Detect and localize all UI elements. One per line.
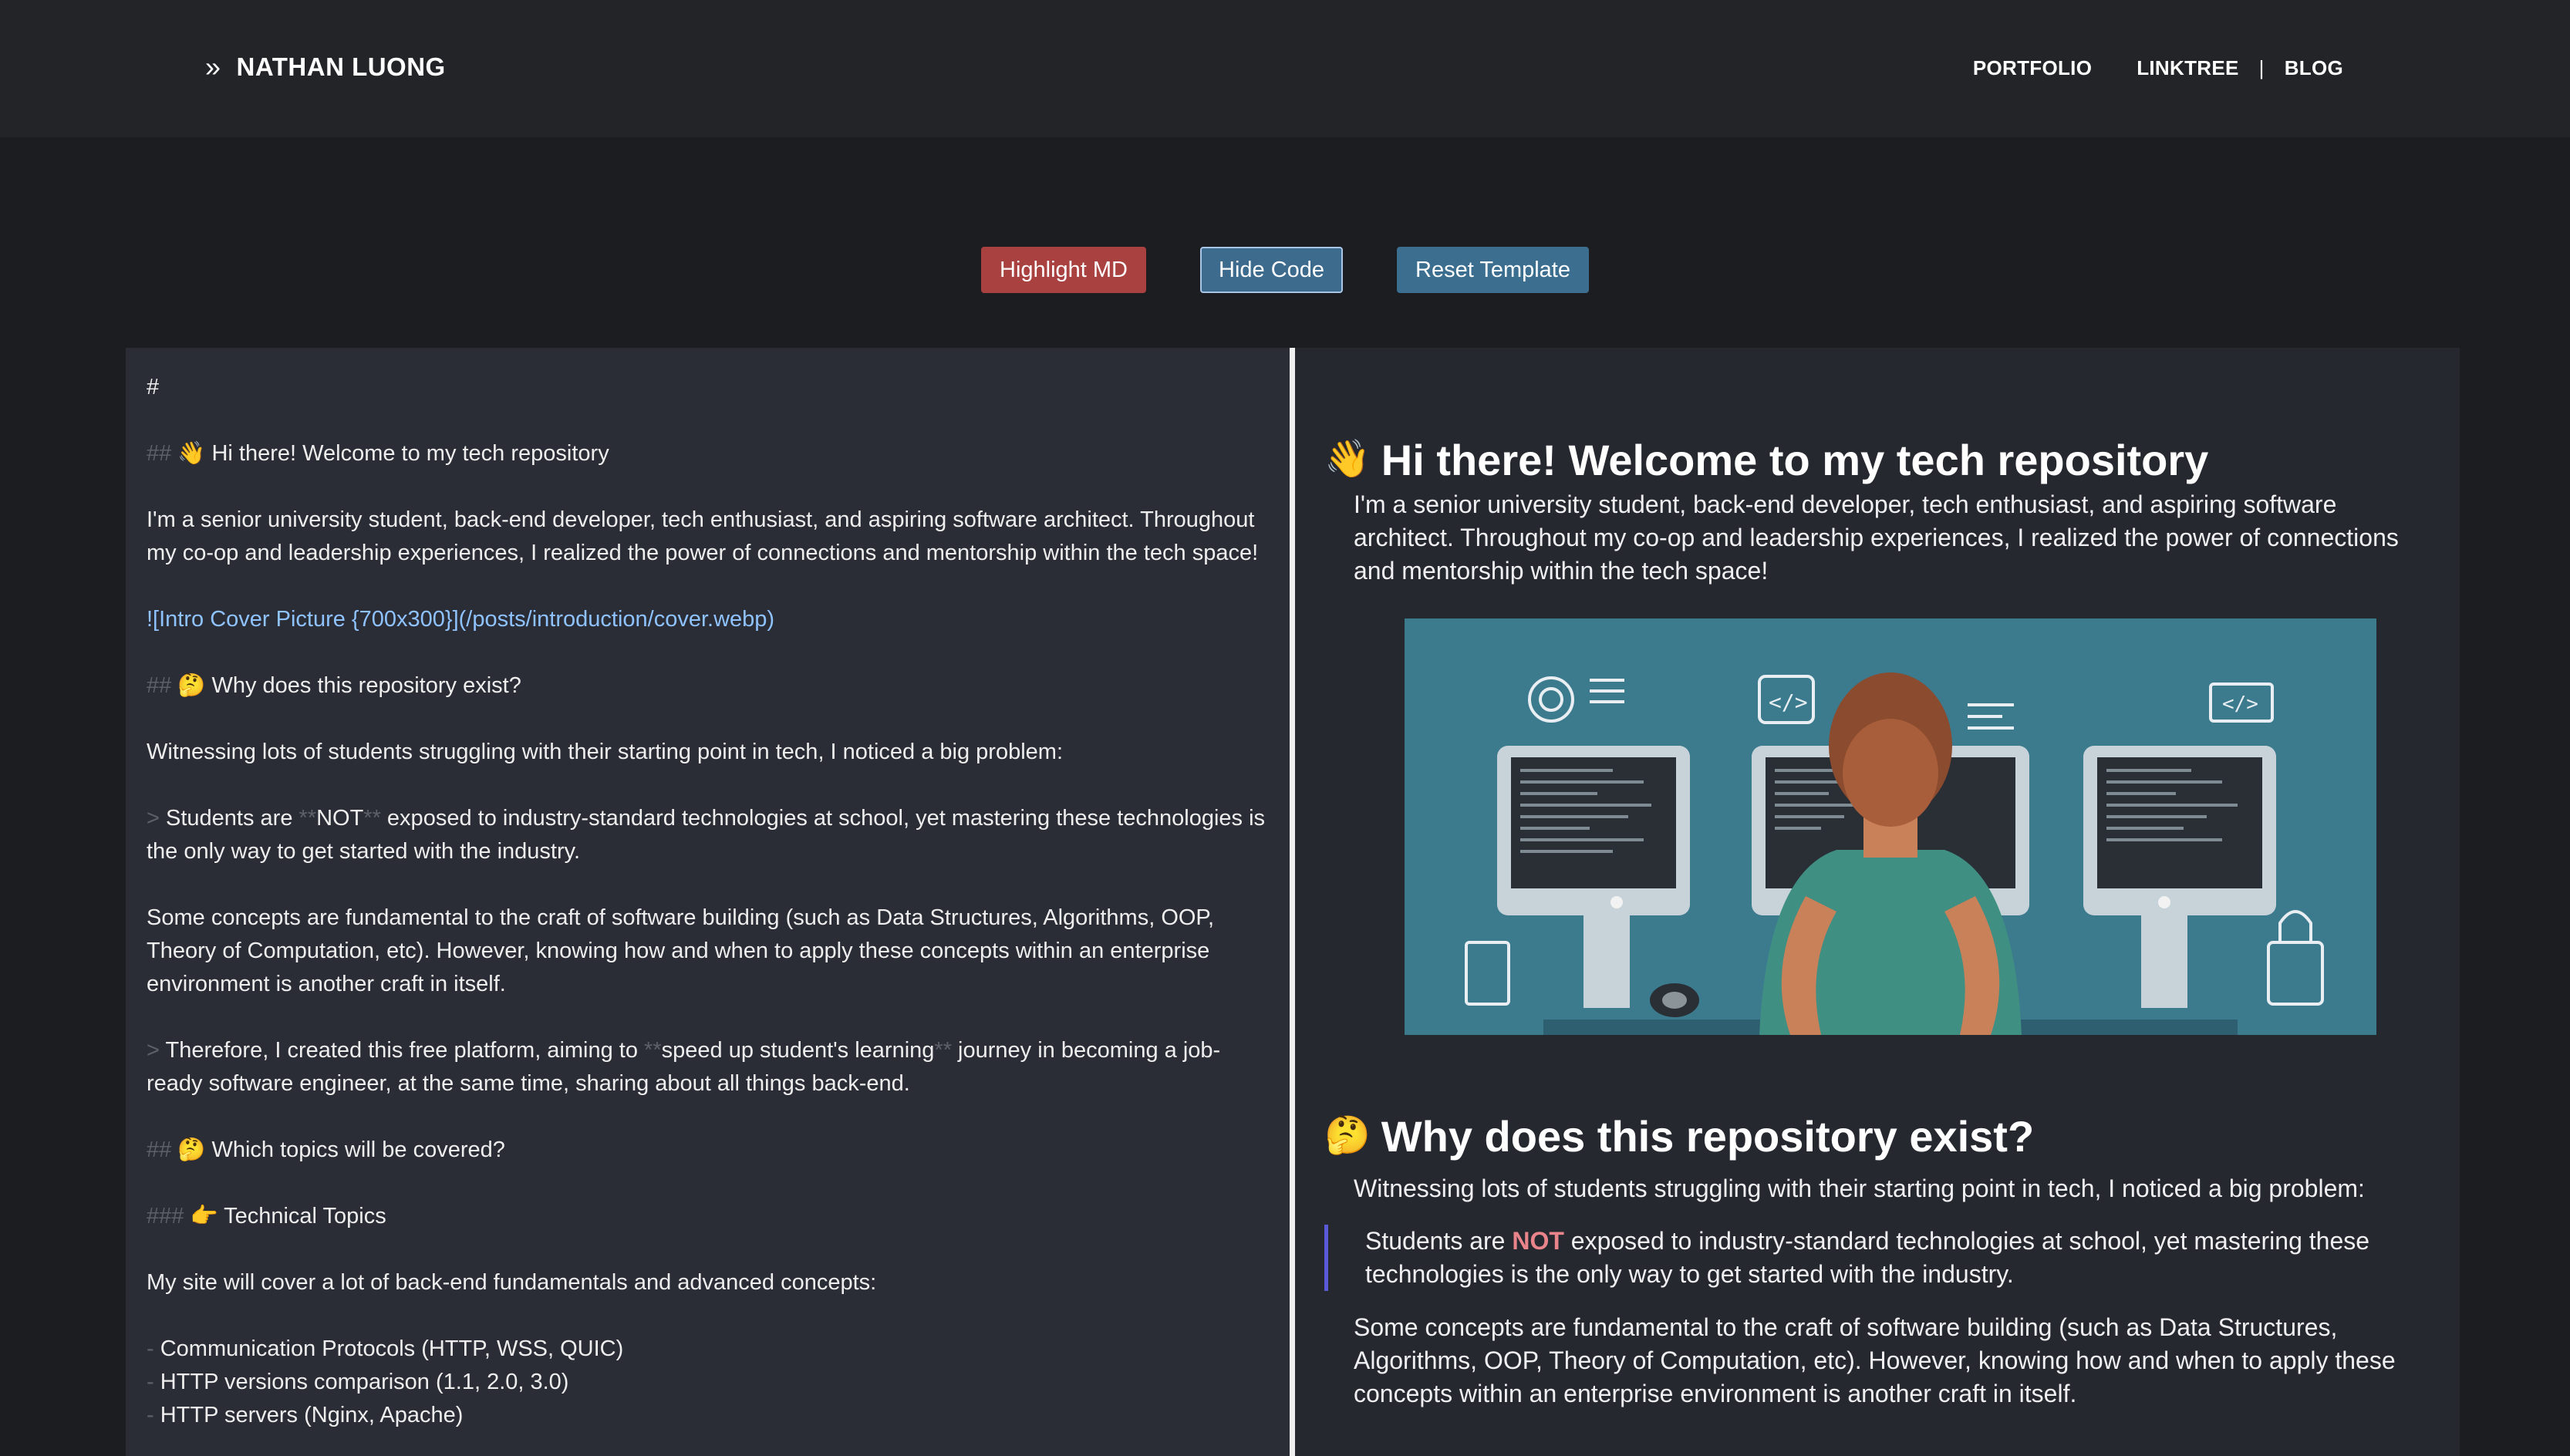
md-witness: Witnessing lots of students struggling w… xyxy=(147,740,1064,764)
preview-blockquote: Students are NOT exposed to industry-sta… xyxy=(1324,1225,2437,1291)
preview-concepts: Some concepts are fundamental to the cra… xyxy=(1354,1313,2396,1407)
brand-name[interactable]: NATHAN LUONG xyxy=(237,52,446,82)
nav-linktree-link[interactable]: LINKTREE xyxy=(2137,56,2238,80)
list-item: - Communication Protocols (HTTP, WSS, QU… xyxy=(147,1336,624,1361)
md-list: - Communication Protocols (HTTP, WSS, QU… xyxy=(147,1333,1269,1432)
list-item: - HTTP versions comparison (1.1, 2.0, 3.… xyxy=(147,1370,569,1394)
markdown-editor[interactable]: # ## 👋 Hi there! Welcome to my tech repo… xyxy=(126,348,1290,1456)
developer-illustration: </> </> xyxy=(1405,618,2376,1035)
preview-strong-not: NOT xyxy=(1512,1227,1564,1255)
reset-template-button[interactable]: Reset Template xyxy=(1397,247,1589,293)
md-intro: I'm a senior university student, back-en… xyxy=(147,507,1261,565)
editor-toolbar: Highlight MD Hide Code Reset Template xyxy=(0,247,2570,295)
preview-h2-why: 🤔 Why does this repository exist? xyxy=(1324,1111,2035,1161)
md-quote-2: > Therefore, I created this free platfor… xyxy=(147,1038,1221,1096)
preview-h2-welcome: 👋 Hi there! Welcome to my tech repositor… xyxy=(1324,435,2209,484)
list-item: - HTTP servers (Nginx, Apache) xyxy=(147,1403,464,1427)
intro-cover-picture: </> </> xyxy=(1405,618,2376,1035)
md-cover-text: My site will cover a lot of back-end fun… xyxy=(147,1270,877,1295)
nav-blog-link[interactable]: BLOG xyxy=(2285,56,2343,80)
editor-preview-split: # ## 👋 Hi there! Welcome to my tech repo… xyxy=(126,348,2460,1456)
preview-intro: I'm a senior university student, back-en… xyxy=(1354,490,2399,585)
md-line: # xyxy=(147,375,160,399)
brand[interactable]: » NATHAN LUONG xyxy=(205,48,446,86)
thinking-face-icon: 🤔 xyxy=(1324,1115,1371,1156)
nav-separator: | xyxy=(2258,56,2265,79)
nav-portfolio-link[interactable]: PORTFOLIO xyxy=(1973,56,2092,80)
md-image-link: ![Intro Cover Picture {700x300}](/posts/… xyxy=(147,607,775,632)
preview-witness: Witnessing lots of students struggling w… xyxy=(1354,1175,2365,1202)
md-h2-welcome: ## 👋 Hi there! Welcome to my tech reposi… xyxy=(147,441,609,466)
split-divider[interactable] xyxy=(1290,348,1295,1456)
nav-links: PORTFOLIO LINKTREE | BLOG xyxy=(1973,51,2343,85)
highlight-md-button[interactable]: Highlight MD xyxy=(981,247,1146,293)
hide-code-button[interactable]: Hide Code xyxy=(1200,247,1344,293)
md-h3-tech: ### 👉 Technical Topics xyxy=(147,1204,386,1228)
waving-hand-icon: 👋 xyxy=(1324,439,1371,480)
md-concepts: Some concepts are fundamental to the cra… xyxy=(147,905,1220,996)
md-h2-why: ## 🤔 Why does this repository exist? xyxy=(147,673,521,698)
svg-text:</>: </> xyxy=(1769,689,1808,715)
markdown-preview: 👋 Hi there! Welcome to my tech repositor… xyxy=(1295,348,2460,1456)
chevron-double-right-icon: » xyxy=(205,51,221,83)
md-h2-topics: ## 🤔 Which topics will be covered? xyxy=(147,1138,505,1162)
svg-text:</>: </> xyxy=(2222,693,2258,716)
top-navbar: » NATHAN LUONG PORTFOLIO LINKTREE | BLOG xyxy=(0,0,2570,137)
md-quote-1: > Students are **NOT** exposed to indust… xyxy=(147,806,1272,864)
